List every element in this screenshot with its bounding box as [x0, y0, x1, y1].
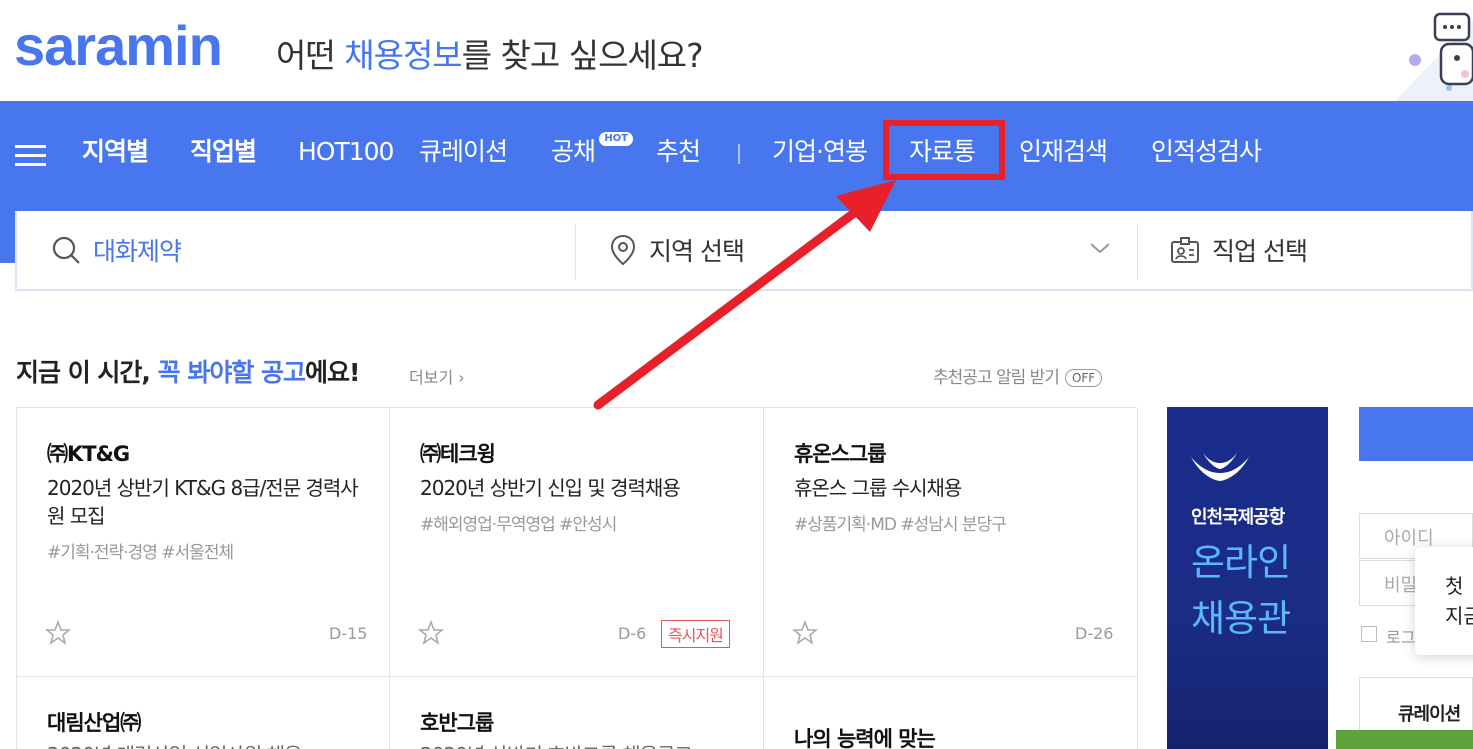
location-pin-icon [610, 234, 636, 266]
tagline-text-2: 를 찾고 싶으세요? [461, 36, 704, 75]
d-day: D-6 [618, 624, 647, 643]
job-title[interactable]: 2020년 대림산업 신입사원 채용 [47, 741, 367, 749]
company-name: 대림산업㈜ [47, 711, 141, 735]
d-day: D-15 [329, 624, 368, 643]
job-card[interactable]: 휴온스그룹 휴온스 그룹 수시채용 #상품기획·MD #성남시 분당구 D-26 [764, 408, 1138, 677]
more-link[interactable]: 더보기 › [409, 364, 465, 388]
nav-region[interactable]: 지역별 [82, 134, 149, 170]
more-link-label: 더보기 [409, 368, 454, 387]
company-name: ㈜KT&G [47, 442, 130, 466]
job-card[interactable]: ㈜테크윙 2020년 상반기 신입 및 경력채용 #해외영업·무역영업 #안성시… [390, 408, 764, 677]
site-header: saramin 어떤 채용정보를 찾고 싶으세요? [0, 0, 1473, 101]
search-divider [575, 223, 576, 279]
ad-line-2: 채용관 [1191, 597, 1291, 640]
main-nav: 지역별 직업별 HOT100 큐레이션 공채 HOT 추천 기업·연봉 자료통 인… [0, 101, 1473, 211]
section-title-highlight: 꼭 봐야할 공고 [157, 358, 306, 387]
instant-apply-badge[interactable]: 즉시지원 [661, 620, 730, 648]
nav-talent-search[interactable]: 인재검색 [1019, 134, 1108, 170]
alert-off-switch[interactable]: OFF [1064, 369, 1103, 387]
promo-card[interactable]: 나의 능력에 맞는 [764, 677, 1138, 749]
popup-line-1: 첫 [1445, 574, 1464, 598]
nav-divider [738, 144, 740, 164]
section-title-suffix: 에요! [305, 358, 360, 387]
search-query: 대화제약 [93, 237, 182, 266]
search-bar: 대화제약 지역 선택 직업 선택 [15, 211, 1473, 291]
star-icon[interactable] [792, 620, 818, 646]
company-name: ㈜테크윙 [420, 442, 496, 466]
nav-public-hiring-label: 공채 [551, 137, 596, 166]
saramin-logo[interactable]: saramin [14, 14, 223, 78]
search-divider [1137, 223, 1138, 279]
keep-login-checkbox[interactable] [1361, 626, 1377, 642]
job-card[interactable]: ㈜KT&G 2020년 상반기 KT&G 8급/전문 경력사원 모집 #기획·전… [17, 408, 390, 677]
airport-logo-icon [1191, 453, 1249, 481]
keyword-search-input[interactable]: 대화제약 [51, 211, 571, 289]
nav-aptitude-test[interactable]: 인적성검사 [1151, 134, 1262, 170]
recommend-alert-toggle[interactable]: 추천공고 알림 받기 OFF [933, 363, 1103, 388]
alert-label: 추천공고 알림 받기 [933, 368, 1060, 388]
tagline-text-1: 어떤 [276, 36, 345, 75]
region-placeholder: 지역 선택 [649, 237, 745, 266]
chevron-down-icon[interactable] [1089, 241, 1111, 255]
nav-hot100[interactable]: HOT100 [298, 134, 394, 170]
job-select[interactable]: 직업 선택 [1170, 211, 1470, 289]
job-card[interactable]: 대림산업㈜ 2020년 대림산업 신입사원 채용 [17, 677, 390, 749]
login-button[interactable] [1359, 407, 1473, 461]
ad-line-1: 온라인 [1191, 541, 1291, 584]
job-card-grid: ㈜KT&G 2020년 상반기 KT&G 8급/전문 경력사원 모집 #기획·전… [16, 407, 1138, 749]
job-title[interactable]: 2020년 상반기 신입 및 경력채용 [420, 474, 740, 502]
promo-title: 나의 능력에 맞는 [794, 727, 936, 749]
job-tags: #기획·전략·경영 #서울전체 [47, 543, 234, 563]
star-icon[interactable] [418, 620, 444, 646]
tooltip-popup[interactable]: 첫지금 [1415, 547, 1473, 655]
search-icon [52, 236, 80, 264]
hot-badge: HOT [599, 132, 634, 146]
job-placeholder: 직업 선택 [1212, 237, 1308, 266]
company-name: 휴온스그룹 [794, 442, 887, 466]
region-select[interactable]: 지역 선택 [609, 211, 1139, 289]
job-title[interactable]: 휴온스 그룹 수시채용 [794, 474, 1114, 502]
header-tagline: 어떤 채용정보를 찾고 싶으세요? [276, 34, 704, 78]
company-name: 호반그룹 [420, 711, 494, 735]
nav-curation[interactable]: 큐레이션 [419, 134, 508, 170]
section-title-prefix: 지금 이 시간, [16, 358, 158, 387]
nav-public-hiring[interactable]: 공채 HOT [551, 132, 634, 170]
chatbot-illustration-icon[interactable] [1395, 0, 1473, 101]
green-banner-strip[interactable] [1336, 730, 1473, 749]
job-tags: #해외영업·무역영업 #안성시 [420, 515, 617, 535]
nav-job[interactable]: 직업별 [190, 134, 257, 170]
nav-company-salary[interactable]: 기업·연봉 [772, 134, 868, 170]
curation-title: 큐레이션 [1398, 704, 1461, 725]
keep-login-label: 로그 [1386, 628, 1416, 647]
job-title[interactable]: 2020년 상반기 KT&G 8급/전문 경력사원 모집 [47, 474, 362, 530]
id-card-icon [1171, 237, 1199, 263]
job-title[interactable]: 2020년 상반기 호반그룹 채용공고 [420, 741, 740, 749]
airport-ad-banner[interactable]: 인천국제공항 온라인 채용관 [1167, 407, 1328, 749]
section-title: 지금 이 시간, 꼭 봐야할 공고에요! [16, 356, 360, 390]
job-card[interactable]: 호반그룹 2020년 상반기 호반그룹 채용공고 [390, 677, 764, 749]
ad-airport-name: 인천국제공항 [1191, 507, 1285, 528]
menu-icon[interactable] [15, 145, 46, 167]
chevron-right-icon: › [453, 368, 465, 387]
nav-recommend[interactable]: 추천 [656, 134, 701, 170]
d-day: D-26 [1075, 624, 1114, 643]
annotation-highlight-box [883, 120, 1005, 180]
popup-line-2: 지금 [1445, 604, 1473, 628]
star-icon[interactable] [45, 620, 71, 646]
job-tags: #상품기획·MD #성남시 분당구 [794, 515, 1007, 535]
tagline-highlight: 채용정보 [344, 36, 462, 75]
